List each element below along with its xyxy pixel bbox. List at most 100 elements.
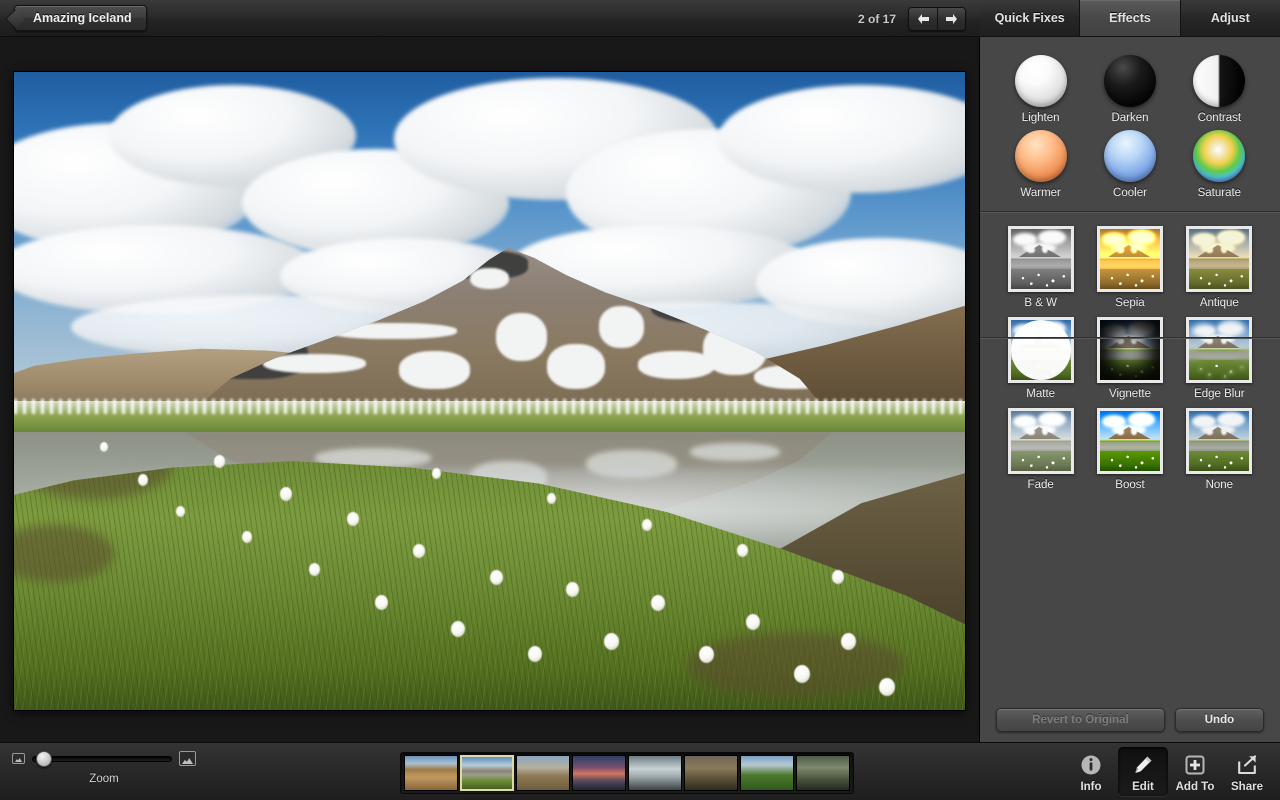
preset-none[interactable]: None [1175, 408, 1264, 491]
filmstrip-thumb-3[interactable] [516, 755, 570, 791]
share-arrow-icon [1234, 752, 1260, 778]
tab-effects-label: Effects [1109, 11, 1151, 25]
tab-effects[interactable]: Effects [1080, 0, 1181, 36]
effect-darken[interactable]: Darken [1085, 55, 1174, 124]
warmer-swatch-icon [1014, 130, 1067, 182]
pencil-icon [1130, 752, 1156, 778]
preset-bw-frame [1007, 226, 1074, 292]
photo-cottongrass-band [14, 398, 965, 414]
preset-none-preview [1189, 411, 1250, 471]
effect-cooler[interactable]: Cooler [1085, 130, 1174, 199]
large-photo-icon [179, 751, 196, 766]
preset-sepia[interactable]: Sepia [1085, 226, 1174, 309]
preset-bw-label: B & W [1024, 297, 1057, 309]
prev-next-group [908, 6, 966, 31]
preset-bw[interactable]: B & W [996, 226, 1085, 309]
effect-darken-label: Darken [1111, 112, 1149, 124]
undo-label: Undo [1204, 714, 1235, 726]
navigation-cluster: 2 of 17 [858, 0, 966, 37]
filmstrip-thumb-4[interactable] [572, 755, 626, 791]
edit-label: Edit [1132, 781, 1154, 793]
tab-adjust-label: Adjust [1210, 11, 1250, 25]
zoom-slider[interactable] [32, 750, 172, 767]
preset-matte-frame [1007, 317, 1074, 383]
filmstrip-thumb-7[interactable] [740, 755, 794, 791]
preset-edge-blur-preview [1189, 320, 1250, 380]
panel-action-buttons: Revert to Original Undo [980, 708, 1280, 732]
lighten-swatch-icon [1014, 55, 1067, 107]
filmstrip-thumb-1[interactable] [404, 755, 458, 791]
edit-button[interactable]: Edit [1118, 747, 1168, 796]
tab-quick-fixes-label: Quick Fixes [994, 11, 1065, 25]
info-button[interactable]: Info [1066, 747, 1116, 796]
preset-boost-label: Boost [1115, 479, 1145, 491]
add-to-button[interactable]: Add To [1170, 747, 1220, 796]
effect-cooler-label: Cooler [1113, 187, 1147, 199]
filmstrip [400, 752, 854, 794]
filmstrip-thumb-5[interactable] [628, 755, 682, 791]
preset-edge-blur-label: Edge Blur [1194, 388, 1245, 400]
filmstrip-thumb-2[interactable] [460, 755, 514, 791]
preset-fade-label: Fade [1027, 479, 1054, 491]
info-label: Info [1080, 781, 1102, 793]
tab-quick-fixes[interactable]: Quick Fixes [980, 0, 1081, 36]
saturate-swatch-icon [1193, 130, 1246, 182]
preset-vignette-frame [1096, 317, 1163, 383]
revert-to-original-button[interactable]: Revert to Original [996, 708, 1165, 732]
zoom-slider-knob[interactable] [36, 750, 53, 767]
preset-bw-preview [1010, 229, 1071, 289]
preset-antique-label: Antique [1199, 297, 1239, 309]
edit-panel: Quick Fixes Effects Adjust Lighten Darke… [980, 0, 1280, 742]
preset-vignette[interactable]: Vignette [1085, 317, 1174, 400]
preset-antique-frame [1186, 226, 1253, 292]
main-photo-frame[interactable] [14, 72, 965, 710]
preset-matte-preview [1010, 320, 1071, 380]
panel-divider-bottom [980, 337, 1280, 338]
darken-swatch-icon [1103, 55, 1156, 107]
effect-lighten-label: Lighten [1021, 112, 1060, 124]
filmstrip-thumb-6[interactable] [684, 755, 738, 791]
edge-blur-overlay-icon [1189, 320, 1250, 380]
small-photo-icon [12, 753, 25, 764]
preset-vignette-label: Vignette [1108, 388, 1151, 400]
preset-vignette-preview [1099, 320, 1160, 380]
preset-sepia-label: Sepia [1115, 297, 1145, 309]
next-photo-button[interactable] [937, 7, 965, 30]
effect-saturate[interactable]: Saturate [1175, 130, 1264, 199]
effect-warmer[interactable]: Warmer [996, 130, 1085, 199]
preset-edge-blur[interactable]: Edge Blur [1175, 317, 1264, 400]
preset-boost[interactable]: Boost [1085, 408, 1174, 491]
album-title-tab[interactable]: Amazing Iceland [14, 5, 147, 31]
preset-none-frame [1186, 408, 1253, 474]
preset-sepia-frame [1096, 226, 1163, 292]
edit-panel-tabs: Quick Fixes Effects Adjust [980, 0, 1280, 37]
filmstrip-thumb-8[interactable] [796, 755, 850, 791]
effects-panel-body: Lighten Darken Contrast Warmer Cooler Sa… [980, 37, 1280, 742]
preset-effects-grid: B & W Sepia Antique Matte Vignette Edge … [980, 212, 1280, 503]
tab-adjust[interactable]: Adjust [1180, 0, 1280, 36]
preset-matte-label: Matte [1026, 388, 1056, 400]
photo-counter: 2 of 17 [857, 11, 896, 26]
preset-boost-preview [1099, 411, 1160, 471]
preset-fade[interactable]: Fade [996, 408, 1085, 491]
preset-antique-preview [1189, 229, 1250, 289]
revert-to-original-label: Revert to Original [1032, 714, 1129, 726]
effect-lighten[interactable]: Lighten [996, 55, 1085, 124]
preset-boost-frame [1096, 408, 1163, 474]
preset-matte[interactable]: Matte [996, 317, 1085, 400]
share-label: Share [1231, 781, 1263, 793]
effect-contrast[interactable]: Contrast [1175, 55, 1264, 124]
zoom-label: Zoom [89, 773, 119, 785]
plus-square-icon [1182, 752, 1208, 778]
preset-edge-blur-frame [1186, 317, 1253, 383]
cooler-swatch-icon [1103, 130, 1156, 182]
share-button[interactable]: Share [1222, 747, 1272, 796]
matte-overlay-icon [1011, 320, 1071, 380]
undo-button[interactable]: Undo [1174, 708, 1264, 732]
preset-sepia-preview [1099, 229, 1160, 289]
album-title-label: Amazing Iceland [33, 11, 132, 25]
bottom-toolbar: Zoom Info Edit Add To Share [0, 742, 1280, 800]
main-photo-mountain-lake [14, 72, 965, 710]
preset-antique[interactable]: Antique [1175, 226, 1264, 309]
previous-photo-button[interactable] [909, 7, 937, 30]
